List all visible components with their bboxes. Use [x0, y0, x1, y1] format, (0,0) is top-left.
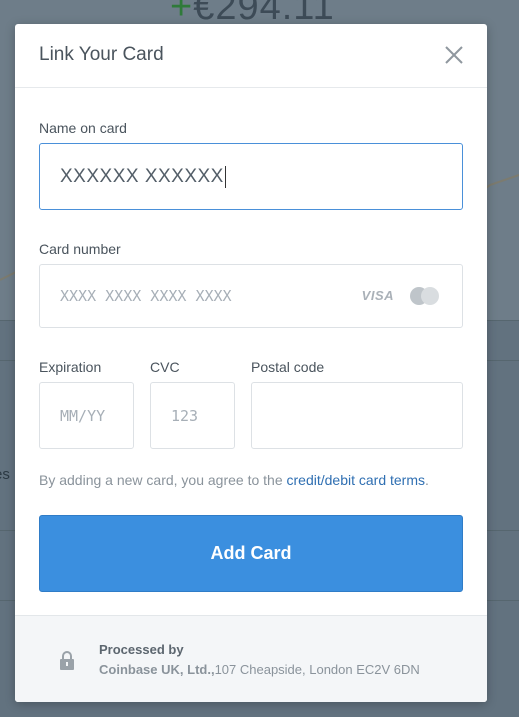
close-button[interactable]	[443, 44, 465, 66]
processor-company: Coinbase UK, Ltd.,	[99, 662, 215, 677]
mastercard-icon	[410, 287, 439, 305]
card-number-label: Card number	[39, 241, 121, 257]
processor-address: 107 Cheapside, London EC2V 6DN	[214, 662, 420, 677]
name-on-card-input[interactable]: XXXXXX XXXXXX	[39, 143, 463, 210]
card-terms-link[interactable]: credit/debit card terms	[287, 472, 426, 488]
card-number-input[interactable]: XXXX XXXX XXXX XXXX VISA	[39, 264, 463, 328]
terms-text: By adding a new card, you agree to the c…	[39, 472, 429, 488]
postal-code-input[interactable]	[251, 382, 463, 449]
modal-title: Link Your Card	[39, 44, 164, 65]
visa-icon: VISA	[361, 288, 394, 303]
cvc-placeholder: 123	[171, 406, 199, 425]
card-number-placeholder: XXXX XXXX XXXX XXXX	[60, 287, 232, 305]
expiration-input[interactable]: MM/YY	[39, 382, 134, 449]
name-on-card-value: XXXXXX XXXXXX	[60, 165, 224, 187]
close-icon	[445, 46, 463, 64]
modal-footer: Processed by Coinbase UK, Ltd.,107 Cheap…	[15, 615, 487, 702]
cvc-label: CVC	[150, 359, 180, 375]
link-card-modal: Link Your Card Name on card XXXXXX XXXXX…	[15, 24, 487, 702]
modal-header: Link Your Card	[15, 24, 487, 88]
processor-details: Coinbase UK, Ltd.,107 Cheapside, London …	[99, 662, 420, 677]
cvc-input[interactable]: 123	[150, 382, 235, 449]
postal-code-label: Postal code	[251, 359, 325, 375]
processed-by-label: Processed by	[99, 642, 184, 657]
expiration-label: Expiration	[39, 359, 102, 375]
lock-icon	[60, 651, 74, 670]
add-card-button[interactable]: Add Card	[39, 515, 463, 592]
name-on-card-label: Name on card	[39, 120, 127, 136]
text-caret	[224, 165, 226, 188]
background-side-text: es	[0, 466, 10, 483]
expiration-placeholder: MM/YY	[60, 406, 106, 425]
